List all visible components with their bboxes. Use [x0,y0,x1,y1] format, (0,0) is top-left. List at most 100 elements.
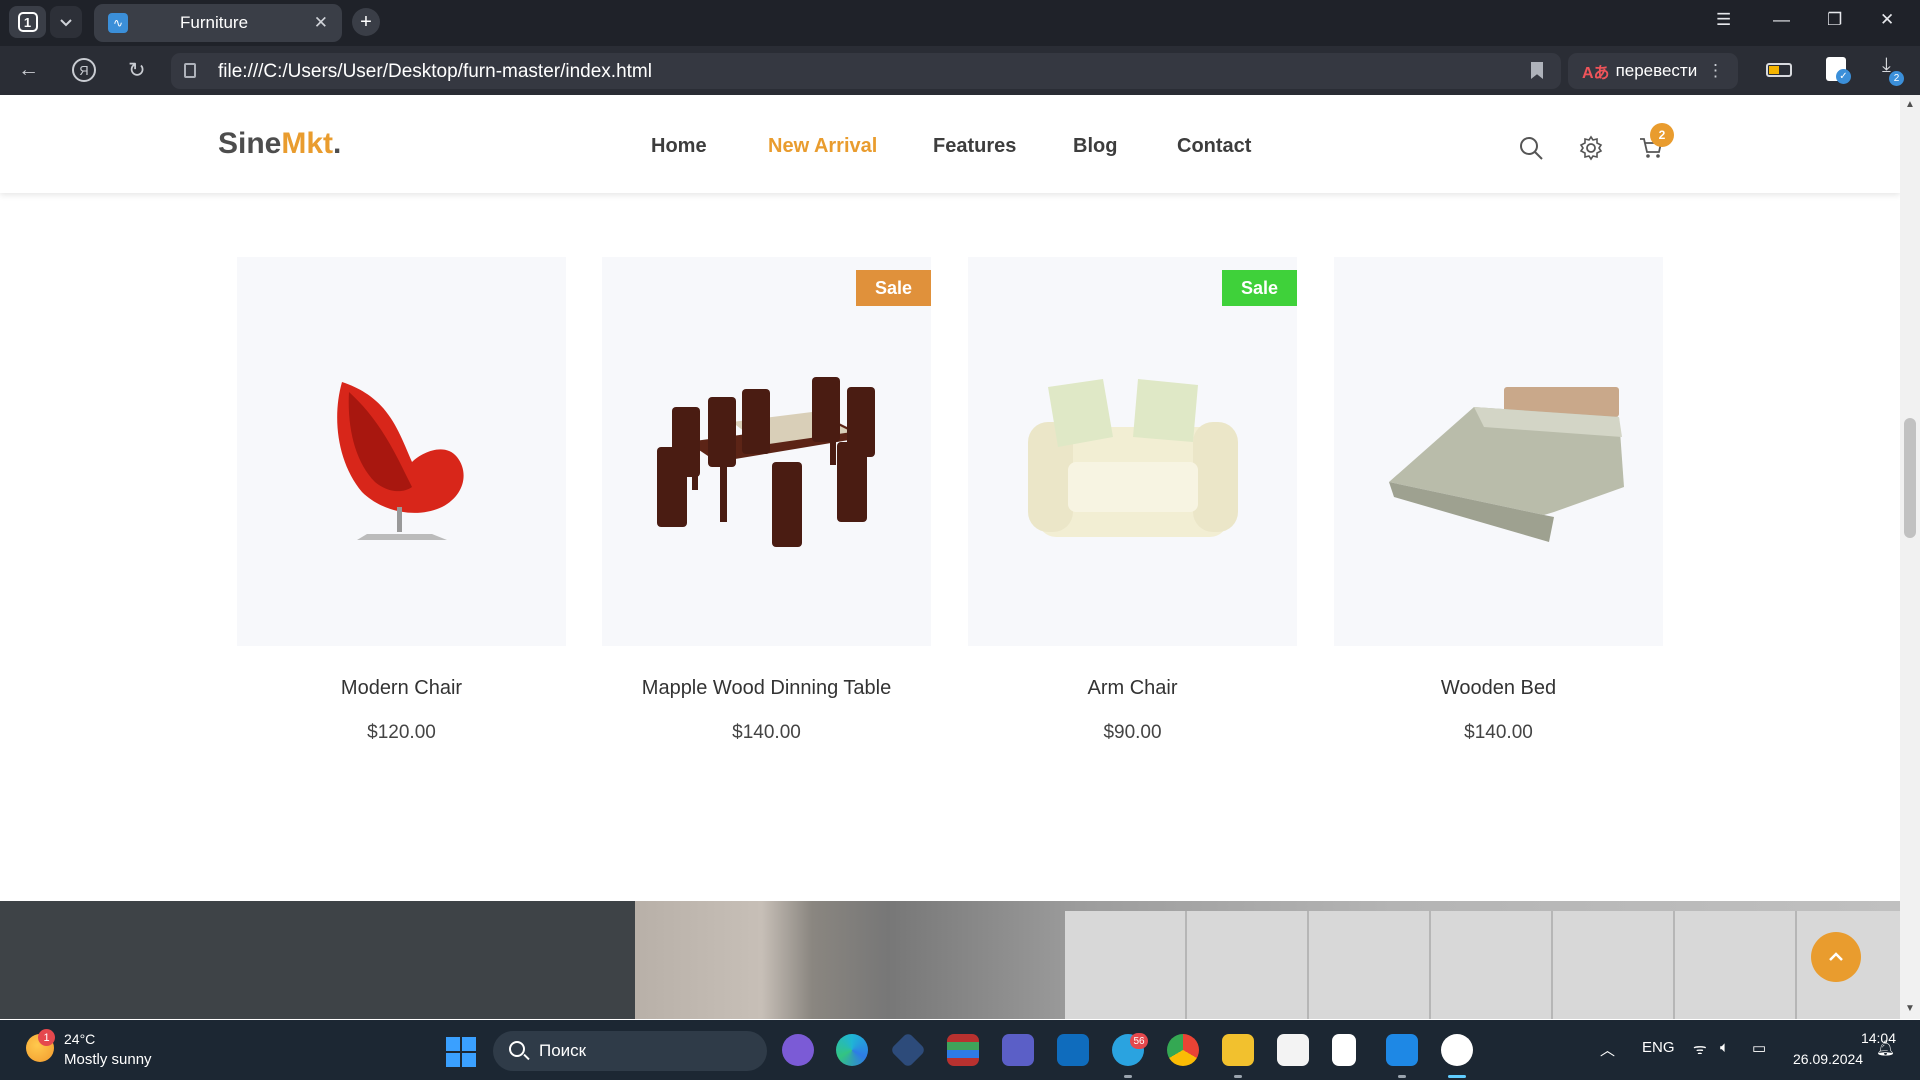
scroll-down-arrow-icon[interactable]: ▼ [1905,1003,1915,1014]
window-close-icon[interactable]: ✕ [1880,10,1894,30]
taskbar-search[interactable]: Поиск [493,1031,767,1071]
kitchen-cabinets-photo [1065,911,1900,1019]
browser-tab[interactable]: ∿ Furniture ✕ [94,4,342,42]
clock-date[interactable]: 26.09.2024 [1793,1051,1863,1067]
scrollbar-thumb[interactable] [1904,418,1916,538]
back-arrow-icon[interactable]: ← [18,58,39,82]
product-name[interactable]: Modern Chair [237,677,566,700]
site-logo[interactable]: SineMkt. [218,127,341,161]
product-card[interactable]: Sale Arm Chair $90.00 [968,257,1297,743]
nav-contact[interactable]: Contact [1177,135,1251,158]
product-card[interactable]: Sale Mapple Wood Dinning Table $140.00 [602,257,931,743]
vscode-running-indicator [1398,1075,1406,1078]
notepad-icon[interactable] [1332,1034,1356,1066]
product-price: $140.00 [732,722,801,743]
product-image[interactable]: Sale [602,257,931,646]
windows-taskbar: 1 24°C Mostly sunny Поиск 56 ︿ ENG ᯤ 🔈︎ … [0,1020,1920,1080]
outlook-icon[interactable] [1057,1034,1089,1066]
sale-badge: Sale [856,270,931,306]
cart-count-badge: 2 [1650,123,1674,147]
product-name[interactable]: Mapple Wood Dinning Table [602,677,931,700]
tab-list-chevron-icon[interactable] [50,6,82,38]
translate-button[interactable]: Aあ перевести ⋮ [1568,53,1738,89]
promo-banner [0,901,1900,1019]
yandex-browser-icon[interactable] [1441,1034,1473,1066]
logo-accent: Mkt [281,127,334,160]
search-icon[interactable] [1518,135,1544,161]
vscode-icon[interactable] [1386,1034,1418,1066]
telegram-running-indicator [1124,1075,1132,1078]
scroll-up-arrow-icon[interactable]: ▲ [1905,99,1915,110]
product-name[interactable]: Arm Chair [968,677,1297,700]
explorer-running-indicator [1234,1075,1242,1078]
product-price: $140.00 [1464,722,1533,743]
translate-label: перевести [1615,61,1698,80]
battery-icon[interactable]: ▭ [1752,1039,1766,1057]
search-icon [509,1041,525,1057]
translate-more-icon[interactable]: ⋮ [1707,61,1724,81]
browser-tab-bar: 1 ∿ Furniture ✕ + ☰ — ❐ ✕ [0,0,1920,46]
chrome-icon[interactable] [1167,1034,1199,1066]
arm-chair-image [1028,379,1238,537]
wifi-icon[interactable]: ᯤ [1693,1039,1707,1059]
tab-counter-button[interactable]: 1 [9,6,46,38]
yandex-icon[interactable]: Я [72,58,96,82]
microsoft-store-icon[interactable] [1277,1034,1309,1066]
product-image[interactable]: Sale [968,257,1297,646]
yandex-active-indicator [1448,1075,1466,1078]
settings-gear-icon[interactable] [1578,135,1604,161]
tray-overflow-chevron-icon[interactable]: ︿ [1600,1039,1615,1060]
product-price: $90.00 [1103,722,1162,743]
site-header: SineMkt. Home New Arrival Features Blog … [0,95,1900,193]
bookmark-icon[interactable] [1531,62,1543,79]
page-scrollbar[interactable]: ▲ ▼ [1900,95,1920,1019]
nav-blog[interactable]: Blog [1073,135,1117,158]
product-image[interactable] [1334,257,1663,646]
product-card[interactable]: Modern Chair $120.00 [237,257,566,743]
url-text: file:///C:/Users/User/Desktop/furn-maste… [218,61,652,82]
reload-icon[interactable]: ↻ [128,58,146,83]
product-image[interactable] [237,257,566,646]
volume-icon[interactable]: 🔈︎ [1720,1039,1729,1056]
winrar-icon[interactable] [947,1034,979,1066]
weather-badge: 1 [38,1029,55,1046]
battery-extension-icon[interactable] [1766,63,1792,77]
windows-start-icon[interactable] [446,1037,476,1067]
tab-count: 1 [17,12,38,32]
viber-icon[interactable] [782,1034,814,1066]
scroll-to-top-button[interactable] [1811,932,1861,982]
egg-chair-image [337,382,464,540]
chevron-up-icon [1829,952,1843,961]
dining-table-image [657,377,875,547]
extension-icon[interactable]: ✓ [1826,57,1851,84]
taskbar-search-label: Поиск [539,1041,587,1060]
teams-icon[interactable] [1002,1034,1034,1066]
logo-dot: . [333,127,342,160]
browser-menu-icon[interactable]: ☰ [1716,10,1731,30]
translate-icon: Aあ [1582,65,1610,82]
url-field[interactable]: file:///C:/Users/User/Desktop/furn-maste… [171,53,1561,89]
weather-description[interactable]: Mostly sunny [64,1051,152,1068]
tab-title: Furniture [180,13,249,32]
product-card[interactable]: Wooden Bed $140.00 [1334,257,1663,743]
tab-close-icon[interactable]: ✕ [314,13,328,33]
git-app-icon[interactable] [889,1031,927,1069]
edge-icon[interactable] [836,1034,868,1066]
notification-bell-icon[interactable]: 🔔︎ [1876,1039,1895,1057]
nav-new-arrival[interactable]: New Arrival [768,135,877,158]
language-indicator[interactable]: ENG [1642,1039,1675,1056]
restore-icon[interactable]: ❐ [1827,10,1842,30]
weather-temperature[interactable]: 24°C [64,1031,95,1047]
minimize-icon[interactable]: — [1773,10,1790,30]
new-tab-icon[interactable]: + [352,8,380,36]
file-icon [184,63,196,78]
product-name[interactable]: Wooden Bed [1334,677,1663,700]
nav-features[interactable]: Features [933,135,1016,158]
logo-main: Sine [218,127,282,160]
nav-home[interactable]: Home [651,135,707,158]
file-explorer-icon[interactable] [1222,1034,1254,1066]
tab-favicon-icon: ∿ [108,13,128,33]
wooden-bed-image [1389,387,1624,542]
extension-check-badge: ✓ [1836,69,1851,84]
telegram-badge: 56 [1130,1033,1148,1049]
